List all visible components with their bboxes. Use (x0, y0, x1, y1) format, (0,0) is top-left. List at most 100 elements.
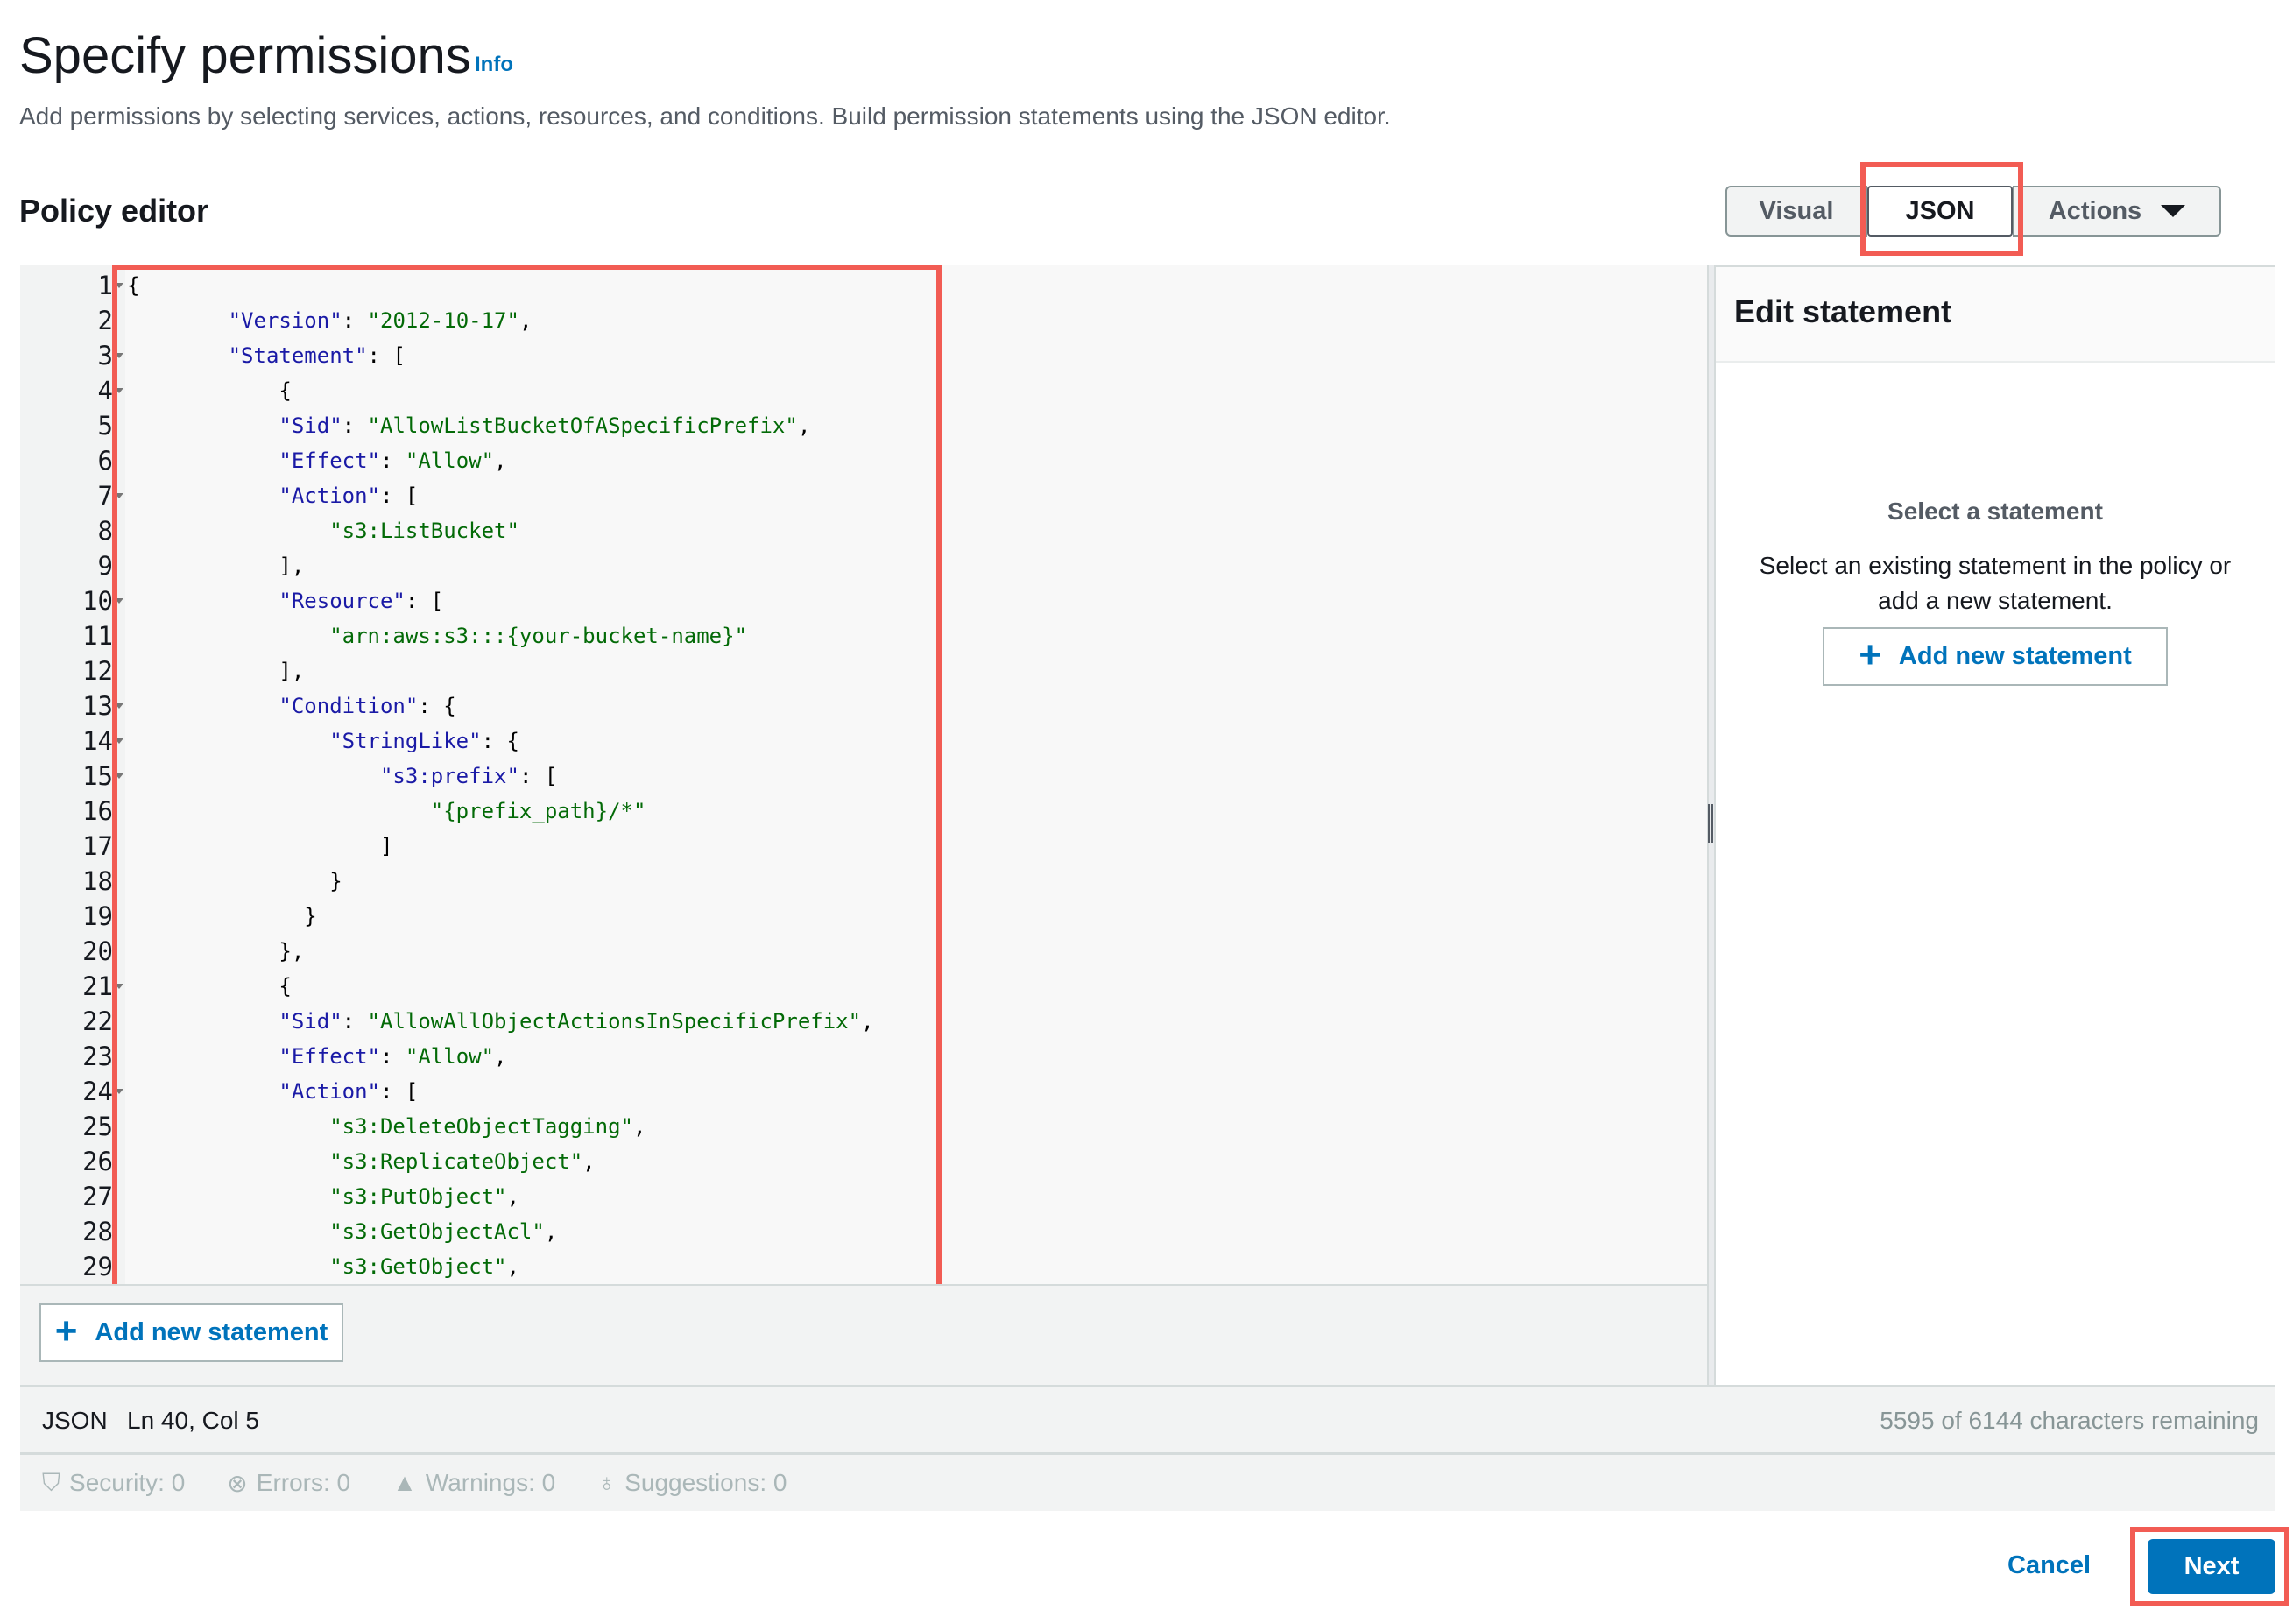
code-line: "Resource": [ (279, 589, 444, 613)
suggestions-label: Suggestions: 0 (624, 1469, 787, 1496)
caret-down-icon (2161, 205, 2186, 217)
json-code-editor[interactable]: 1 2 3 4 5 6 7 8 9 10 11 12 13 14 15 16 17 18 19 20 21 22 23 24 2… (20, 265, 1707, 1284)
actions-dropdown[interactable]: Actions (2013, 186, 2221, 237)
line-number: 9 (97, 551, 113, 581)
json-string: "2012-10-17" (367, 308, 519, 333)
line-number: 18 (82, 866, 113, 896)
error-icon: ⊗ (227, 1469, 248, 1497)
json-string: "s3:ListBucket" (329, 519, 519, 543)
info-link[interactable]: Info (475, 53, 513, 77)
next-button[interactable]: Next (2148, 1539, 2275, 1594)
cursor-position: Ln 40, Col 5 (127, 1407, 259, 1434)
errors-count[interactable]: ⊗ Errors: 0 (227, 1469, 350, 1498)
add-statement-label: Add new statement (95, 1318, 328, 1346)
fold-arrow-icon[interactable] (115, 984, 123, 989)
editor-mode: JSON (42, 1407, 108, 1434)
line-number: 17 (82, 831, 113, 861)
line-number: 5 (97, 411, 113, 441)
line-number: 7 (97, 481, 113, 511)
code-line: { (127, 273, 140, 298)
code-line: "s3:prefix": [ (379, 764, 558, 788)
json-key: "Version" (228, 308, 342, 333)
page-description: Add permissions by selecting services, a… (19, 102, 1391, 130)
fold-arrow-icon[interactable] (115, 388, 123, 393)
fold-arrow-icon[interactable] (115, 738, 123, 744)
problems-bar: ⛉ Security: 0 ⊗ Errors: 0 ▲ Warnings: 0 ♁ Su… (20, 1455, 2275, 1511)
json-key: "Action" (279, 484, 380, 508)
line-number: 12 (82, 656, 113, 686)
line-number: 28 (82, 1217, 113, 1246)
code-line: }, (127, 939, 305, 964)
code-line: "{prefix_path}/*" (127, 794, 646, 829)
line-number: 25 (82, 1112, 113, 1141)
fold-arrow-icon[interactable] (115, 493, 123, 498)
lightbulb-icon: ♁ (597, 1469, 617, 1496)
json-key: "StringLike" (329, 729, 482, 753)
suggestions-count[interactable]: ♁ Suggestions: 0 (597, 1469, 787, 1497)
code-line: { (127, 974, 292, 999)
json-key: "Statement" (228, 343, 368, 368)
line-number: 2 (97, 306, 113, 335)
code-line: "Sid": "AllowAllObjectActionsInSpecificP… (279, 1009, 874, 1034)
fold-arrow-icon[interactable] (115, 353, 123, 358)
splitter-grip-icon[interactable] (1708, 804, 1713, 843)
fold-arrow-icon[interactable] (115, 703, 123, 709)
characters-remaining: 5595 of 6144 characters remaining (1880, 1407, 2259, 1434)
json-string: "s3:GetObjectAcl" (329, 1219, 545, 1244)
code-line: "s3:GetObject", (329, 1254, 519, 1279)
code-line: "Effect": "Allow", (279, 448, 507, 473)
code-line: "s3:DeleteObjectTagging", (329, 1114, 646, 1139)
code-line: "arn:aws:s3:::{your-bucket-name}" (127, 618, 747, 653)
edit-statement-panel (1716, 267, 2275, 1385)
line-number: 16 (82, 796, 113, 826)
code-line: "Sid": "AllowListBucketOfASpecificPrefix… (279, 413, 811, 438)
json-key: "Condition" (279, 694, 419, 718)
line-number: 14 (82, 726, 113, 756)
json-key: "Action" (279, 1079, 380, 1104)
line-number: 11 (82, 621, 113, 651)
code-line: "Effect": "Allow", (279, 1044, 507, 1069)
json-key: "Sid" (279, 1009, 342, 1034)
line-number: 13 (82, 691, 113, 721)
json-key: "Effect" (279, 448, 380, 473)
add-new-statement-button[interactable]: + Add new statement (39, 1303, 343, 1362)
line-number: 8 (97, 516, 113, 546)
edit-statement-title: Edit statement (1734, 293, 1952, 329)
shield-icon: ⛉ (42, 1468, 61, 1496)
line-number: 22 (82, 1006, 113, 1036)
code-line: "Action": [ (279, 484, 419, 508)
fold-arrow-icon[interactable] (115, 598, 123, 604)
fold-arrow-icon[interactable] (115, 283, 123, 288)
tab-visual[interactable]: Visual (1725, 186, 1867, 237)
line-number: 15 (82, 761, 113, 791)
code-line: "Condition": { (279, 694, 456, 718)
select-statement-description: Select an existing statement in the poli… (1759, 552, 2232, 614)
line-number: 4 (97, 376, 113, 406)
line-number: 20 (82, 936, 113, 966)
warning-icon: ▲ (392, 1469, 417, 1496)
code-line: "Action": [ (279, 1079, 419, 1104)
fold-arrow-icon[interactable] (115, 773, 123, 779)
plus-icon: + (1859, 632, 1881, 676)
json-key: "Resource" (279, 589, 406, 613)
line-number: 6 (97, 446, 113, 476)
json-string: "AllowAllObjectActionsInSpecificPrefix" (367, 1009, 862, 1034)
tab-json[interactable]: JSON (1867, 186, 2013, 237)
code-line: "Version": "2012-10-17", (228, 308, 533, 333)
select-statement-title: Select a statement (1887, 498, 2103, 525)
code-line: "s3:GetObjectAcl", (329, 1219, 558, 1244)
warnings-count[interactable]: ▲ Warnings: 0 (392, 1469, 555, 1497)
line-number: 26 (82, 1147, 113, 1176)
code-line: "s3:PutObject", (329, 1184, 519, 1209)
line-number: 27 (82, 1182, 113, 1211)
json-string: "Allow" (405, 1044, 495, 1069)
line-number: 10 (82, 586, 113, 616)
add-new-statement-panel-button[interactable]: + Add new statement (1823, 627, 2168, 686)
code-line: } (127, 869, 342, 893)
security-count[interactable]: ⛉ Security: 0 (42, 1469, 185, 1498)
json-key: "s3:prefix" (379, 764, 519, 788)
json-key: "Effect" (279, 1044, 380, 1069)
cancel-button[interactable]: Cancel (2007, 1551, 2091, 1580)
code-line: ], (127, 659, 305, 683)
fold-arrow-icon[interactable] (115, 1089, 123, 1094)
